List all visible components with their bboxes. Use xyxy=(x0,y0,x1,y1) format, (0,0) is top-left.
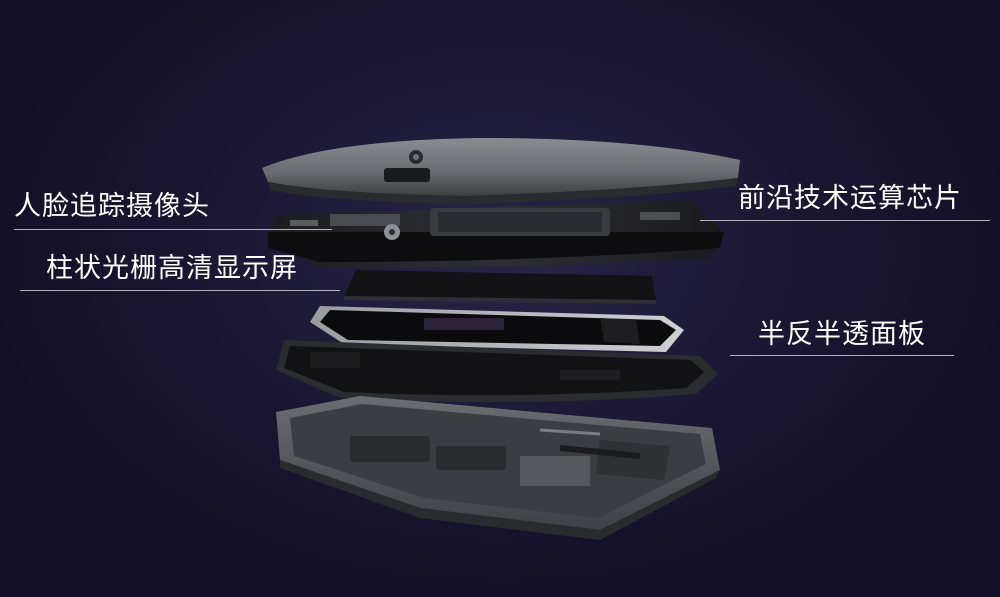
camera-callout-line xyxy=(14,229,332,230)
panel-callout-line xyxy=(730,355,954,356)
camera-callout-label: 人脸追踪摄像头 xyxy=(14,191,210,222)
display-callout-label: 柱状光栅高清显示屏 xyxy=(46,253,298,284)
exploded-device-illustration: 人脸追踪摄像头 柱状光栅高清显示屏 前沿技术运算芯片 半反半透面板 xyxy=(0,0,1000,597)
mainboard-layer xyxy=(268,200,724,268)
exploded-device-layers xyxy=(262,138,740,540)
display-callout-line xyxy=(20,290,340,291)
chip-callout-label: 前沿技术运算芯片 xyxy=(738,183,962,214)
display-layer xyxy=(344,270,656,304)
bottom-shell-layer xyxy=(276,396,720,540)
chip-callout-line xyxy=(700,220,990,221)
top-cover-layer xyxy=(262,138,740,204)
panel-callout-label: 半反半透面板 xyxy=(758,319,926,350)
